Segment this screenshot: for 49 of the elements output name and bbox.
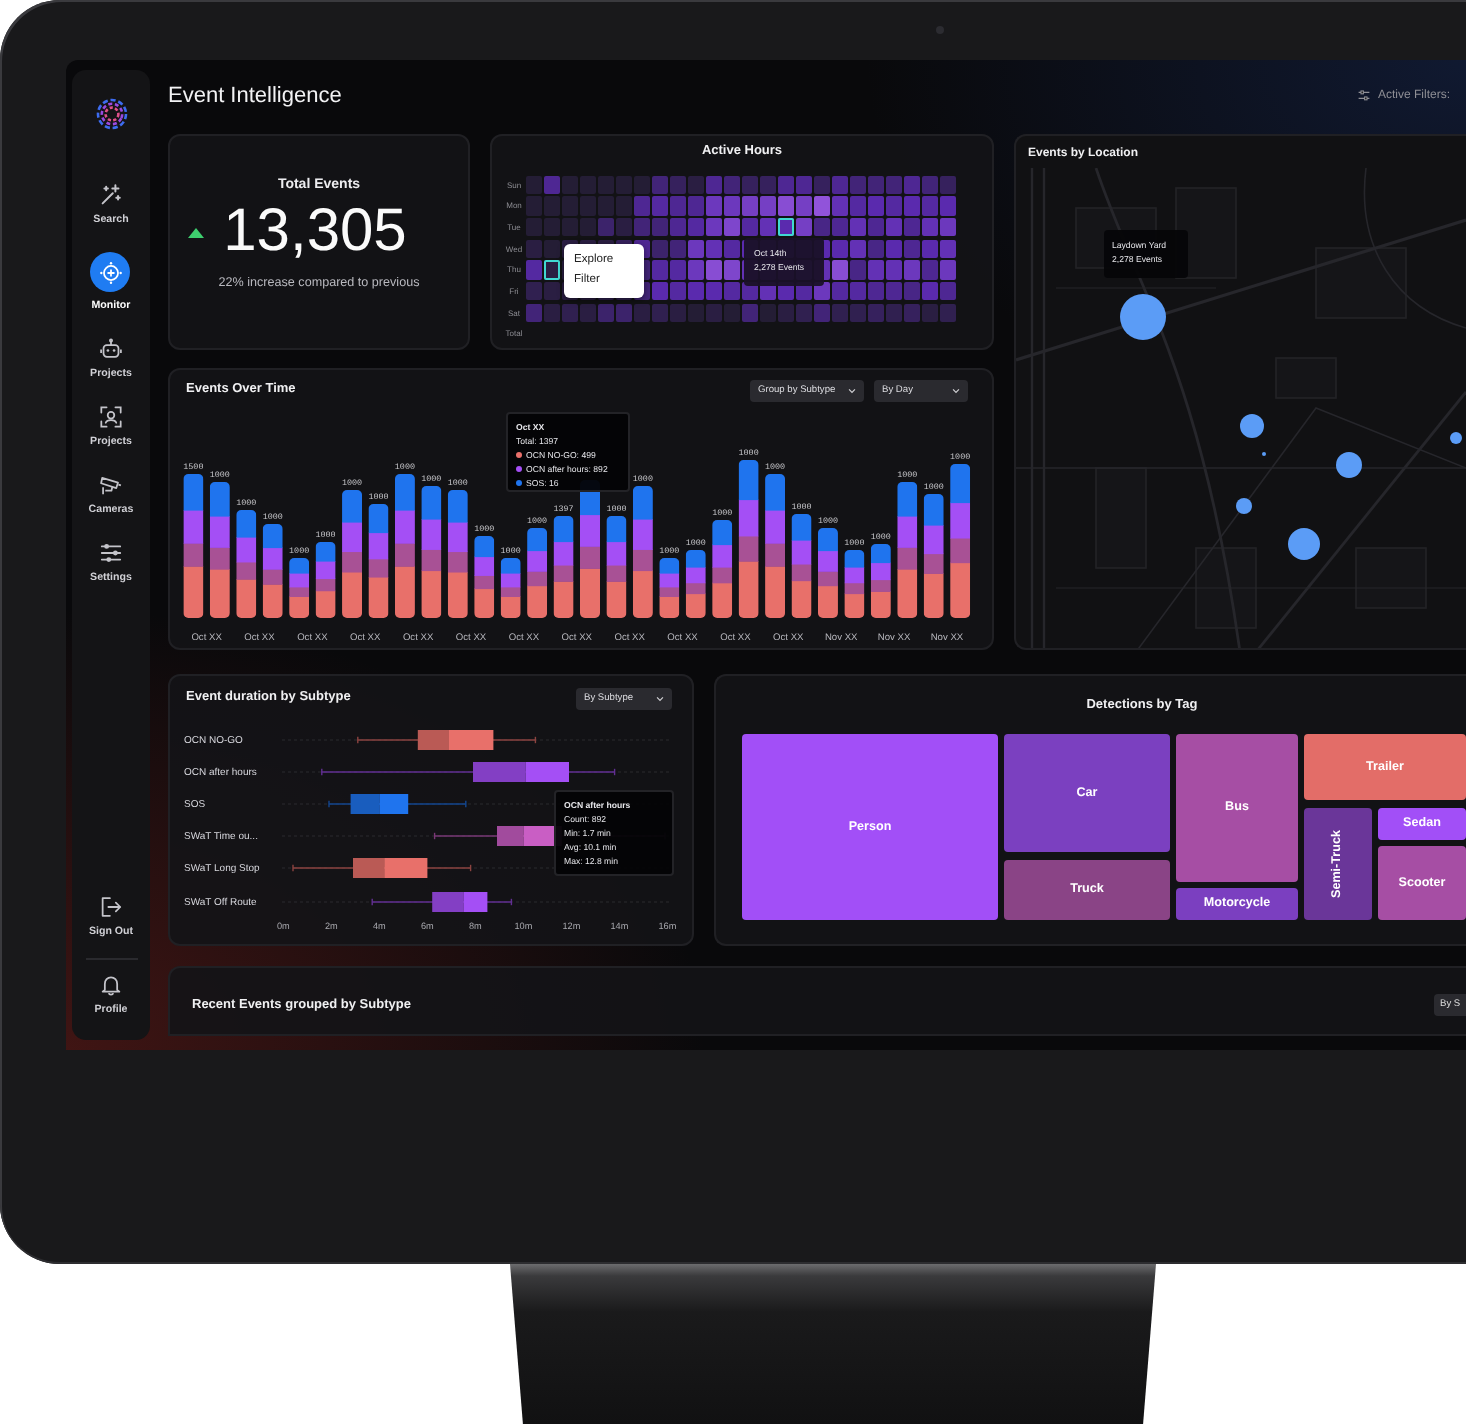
stacked-bar	[553, 516, 574, 618]
chevron-down-icon	[656, 696, 664, 702]
trend-up-icon	[187, 227, 204, 237]
stacked-bar	[897, 482, 918, 618]
stacked-bar	[712, 520, 733, 618]
location-bubble-icon[interactable]	[1335, 451, 1361, 477]
stacked-bar	[632, 486, 653, 618]
stacked-bar	[685, 550, 706, 618]
stacked-bar	[765, 474, 786, 618]
page-title: Event Intelligence	[168, 82, 342, 110]
location-bubble-icon[interactable]	[1236, 498, 1252, 514]
ring-logo-icon	[95, 98, 127, 130]
total-count: 13,305	[223, 202, 407, 262]
location-bubble-icon[interactable]	[1288, 528, 1320, 560]
stacked-bar	[209, 482, 230, 618]
stacked-bar	[527, 528, 548, 618]
stacked-bar	[447, 490, 468, 618]
stacked-bar	[870, 544, 891, 618]
bell-icon	[99, 974, 122, 996]
stacked-bar	[368, 504, 389, 618]
stacked-bar	[262, 524, 283, 618]
stacked-bar	[183, 474, 204, 618]
stacked-bar	[342, 490, 363, 618]
stacked-bar	[844, 550, 865, 618]
crosshair-icon	[90, 252, 131, 292]
stacked-bar	[474, 536, 495, 618]
stacked-bar	[817, 528, 838, 618]
chevron-down-icon	[952, 388, 960, 394]
location-bubble-icon[interactable]	[1119, 293, 1165, 339]
stacked-bar	[500, 558, 521, 618]
chevron-down-icon	[848, 388, 856, 394]
location-bubble-icon[interactable]	[1240, 414, 1264, 438]
stacked-bar	[236, 510, 257, 618]
stacked-bar	[791, 514, 812, 618]
stacked-bar	[421, 486, 442, 618]
stacked-bar	[394, 474, 415, 618]
stacked-bar	[606, 516, 627, 618]
stacked-bar	[659, 558, 680, 618]
stacked-bar	[315, 542, 336, 618]
stacked-bar	[923, 494, 944, 618]
magic-wand-icon	[99, 184, 122, 206]
logout-icon	[99, 896, 122, 918]
cctv-camera-icon	[99, 474, 122, 496]
user-scan-icon	[99, 406, 122, 428]
sliders-icon	[99, 542, 122, 564]
stacked-bar	[289, 558, 310, 618]
filter-icon[interactable]	[1357, 90, 1370, 102]
location-bubble-icon[interactable]	[1450, 432, 1462, 444]
robot-icon	[99, 338, 122, 360]
